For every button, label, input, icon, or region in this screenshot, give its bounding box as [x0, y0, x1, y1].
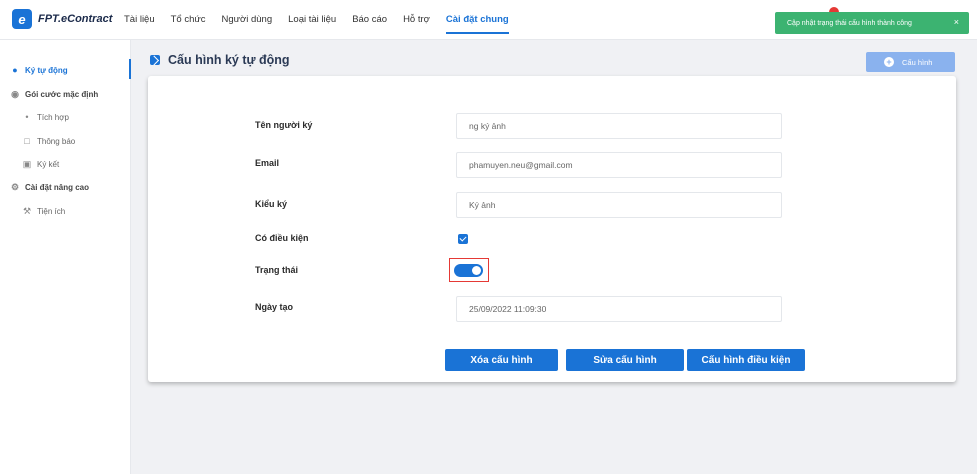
- settings-icon: ⚙: [10, 181, 20, 192]
- sidebar-item-tich-hop[interactable]: • Tích hợp: [22, 112, 69, 122]
- nav-loai-tai-lieu[interactable]: Loại tài liệu: [288, 0, 336, 40]
- sidebar: ● Ký tự động ◉ Gói cước mặc định • Tích …: [0, 40, 131, 474]
- signer-label: Tên người ký: [255, 120, 313, 130]
- sign-type-label: Kiểu ký: [255, 199, 288, 209]
- logo-text: FPT.eContract: [38, 13, 113, 25]
- sidebar-item-label: Cài đặt nâng cao: [25, 182, 90, 192]
- created-field: 25/09/2022 11:09:30: [456, 296, 782, 322]
- status-toggle[interactable]: [454, 264, 483, 277]
- edit-icon: [150, 55, 160, 65]
- app-logo[interactable]: e FPT.eContract: [12, 9, 112, 29]
- page-title: Cấu hình ký tự động: [150, 53, 290, 67]
- config-button-label: Cấu hình: [902, 57, 933, 67]
- sidebar-item-tien-ich[interactable]: ⚒ Tiện ích: [22, 206, 65, 216]
- package-icon: ◉: [11, 88, 19, 99]
- sidebar-item-label: Tiện ích: [37, 206, 66, 216]
- sign-icon: ▣: [22, 158, 32, 169]
- nav-ho-tro[interactable]: Hỗ trợ: [403, 0, 430, 40]
- conditional-checkbox[interactable]: [458, 234, 468, 244]
- conditional-label: Có điều kiện: [255, 233, 309, 243]
- config-button[interactable]: + Cấu hình: [866, 52, 955, 72]
- sidebar-item-label: Ký tự động: [25, 65, 68, 75]
- config-card: Tên người ký ng ký ảnh Email phamuyen.ne…: [148, 76, 956, 382]
- sidebar-item-ky-tu-dong[interactable]: ● Ký tự động: [10, 65, 68, 75]
- sidebar-item-label: Ký kết: [37, 159, 60, 169]
- page-title-text: Cấu hình ký tự động: [168, 53, 290, 67]
- condition-config-button[interactable]: Cấu hình điều kiện: [687, 349, 805, 371]
- sidebar-item-goi-cuoc[interactable]: ◉ Gói cước mặc định: [10, 89, 98, 99]
- sidebar-item-ky-ket[interactable]: ▣ Ký kết: [22, 158, 60, 169]
- add-icon: +: [884, 57, 894, 67]
- email-label: Email: [255, 158, 280, 168]
- notification-icon: □: [24, 136, 30, 146]
- delete-config-button[interactable]: Xóa cấu hình: [445, 349, 558, 371]
- integration-icon: •: [25, 112, 29, 122]
- sidebar-item-thong-bao[interactable]: □ Thông báo: [22, 136, 75, 146]
- top-navbar: e FPT.eContract Tài liệu Tổ chức Người d…: [0, 0, 977, 40]
- created-label: Ngày tạo: [255, 302, 294, 312]
- toast-message: Cập nhật trạng thái cấu hình thành công: [787, 19, 912, 27]
- wrench-icon: ⚒: [22, 205, 32, 216]
- user-icon: ●: [12, 65, 18, 75]
- sidebar-item-label: Thông báo: [37, 136, 76, 146]
- status-label: Trạng thái: [255, 265, 299, 275]
- logo-icon: e: [12, 9, 32, 29]
- status-highlight: [449, 258, 489, 282]
- toast-close-icon[interactable]: ×: [954, 17, 959, 27]
- sidebar-item-label: Tích hợp: [37, 112, 69, 122]
- main-nav: Tài liệu Tổ chức Người dùng Loại tài liệ…: [124, 0, 525, 40]
- success-toast: Cập nhật trạng thái cấu hình thành công …: [775, 12, 969, 34]
- edit-config-button[interactable]: Sửa cấu hình: [566, 349, 684, 371]
- sidebar-item-label: Gói cước mặc định: [25, 89, 99, 99]
- nav-to-chuc[interactable]: Tổ chức: [171, 0, 206, 40]
- sidebar-item-cai-dat-nang-cao[interactable]: ⚙ Cài đặt nâng cao: [10, 182, 89, 192]
- sign-type-field[interactable]: Ký ảnh: [456, 192, 782, 218]
- nav-nguoi-dung[interactable]: Người dùng: [222, 0, 273, 40]
- signer-field[interactable]: ng ký ảnh: [456, 113, 782, 139]
- nav-cai-dat-chung[interactable]: Cài đặt chung: [445, 0, 509, 40]
- nav-bao-cao[interactable]: Báo cáo: [352, 0, 387, 40]
- sidebar-active-indicator: [129, 59, 131, 79]
- nav-tai-lieu[interactable]: Tài liệu: [124, 0, 155, 40]
- email-field[interactable]: phamuyen.neu@gmail.com: [456, 152, 782, 178]
